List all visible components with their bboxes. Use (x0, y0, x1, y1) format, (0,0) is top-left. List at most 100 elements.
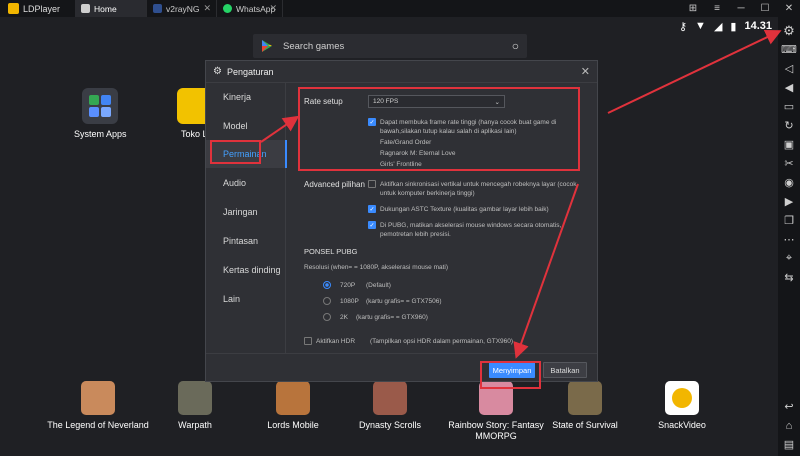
radio-note: (kartu grafis= = GTX960) (356, 314, 428, 321)
multi-instance-icon[interactable]: ❐ (778, 211, 800, 230)
app-icon (373, 381, 407, 415)
astc-checkbox[interactable]: ✓ (368, 205, 376, 213)
menu-icon[interactable]: ≡ (712, 3, 722, 14)
search-placeholder: Search games (283, 40, 345, 52)
snackvideo-icon (665, 381, 699, 415)
nav-item-lain[interactable]: Lain (206, 285, 286, 313)
app-label: Dynasty Scrolls (358, 420, 421, 430)
nav-item-kinerja[interactable]: Kinerja (206, 83, 286, 111)
app-warpath[interactable]: Warpath (165, 381, 225, 431)
volume-up-icon[interactable]: ◁ (778, 59, 800, 78)
close-icon[interactable]: ✕ (784, 3, 794, 14)
scissors-icon[interactable]: ✂ (778, 154, 800, 173)
location-icon[interactable]: ⌖ (778, 249, 800, 268)
app-system-apps[interactable]: System Apps (74, 88, 127, 140)
home-nav-icon[interactable]: ⌂ (778, 416, 800, 435)
settings-gear-icon: ⚙ (213, 66, 222, 77)
tab-label: v2rayNG (166, 3, 200, 14)
radio-720p[interactable] (323, 281, 331, 289)
tab-whatsapp[interactable]: WhatsApp ✕ (217, 0, 283, 17)
pubg-mouse-checkbox[interactable]: ✓ (368, 221, 376, 229)
app-icon (81, 381, 115, 415)
gamepad-icon[interactable]: ⊞ (688, 3, 698, 14)
app-label: Rainbow Story: Fantasy MMORPG (448, 420, 544, 441)
cancel-button[interactable]: Batalkan (543, 362, 587, 378)
app-lords-mobile[interactable]: Lords Mobile (258, 381, 328, 431)
app-logo: LDPlayer (0, 0, 75, 17)
radio-1080p[interactable] (323, 297, 331, 305)
tab-label: Home (94, 3, 117, 14)
minimize-icon[interactable]: ─ (736, 3, 746, 14)
tab-v2rayng[interactable]: v2rayNG ✕ (147, 0, 217, 17)
volume-down-icon[interactable]: ◀ (778, 78, 800, 97)
dialog-close-icon[interactable]: ✕ (581, 65, 590, 78)
window-controls: ⊞ ≡ ─ ☐ ✕ (688, 0, 794, 17)
app-rainbow-story[interactable]: Rainbow Story: Fantasy MMORPG (441, 381, 551, 442)
radio-label: 2K (340, 314, 348, 321)
app-snackvideo[interactable]: SnackVideo (652, 381, 712, 431)
hdr-note: (Tampilkan opsi HDR dalam permainan, GTX… (370, 338, 514, 345)
pubg-mouse-text: Di PUBG, matikan akselerasi mouse window… (380, 222, 562, 238)
app-icon (178, 381, 212, 415)
dialog-header: ⚙ Pengaturan ✕ (206, 61, 597, 83)
hdr-checkbox[interactable] (304, 337, 312, 345)
maximize-icon[interactable]: ☐ (760, 3, 770, 14)
clock: 14.31 (744, 20, 772, 32)
app-label: State of Survival (552, 420, 618, 430)
keyboard-icon[interactable]: ⌨ (778, 40, 800, 59)
video-icon[interactable]: ▶ (778, 192, 800, 211)
tab-close-icon[interactable]: ✕ (269, 3, 277, 14)
play-store-icon (262, 40, 272, 52)
app-icon (276, 381, 310, 415)
radio-2k[interactable] (323, 313, 331, 321)
system-apps-icon (82, 88, 119, 124)
radio-label: 720P (340, 282, 356, 289)
whatsapp-icon (223, 4, 232, 13)
settings-nav: Kinerja Model Permainan Audio Jaringan P… (206, 83, 287, 353)
settings-gear-icon[interactable]: ⚙ (778, 21, 800, 40)
pubg-heading: PONSEL PUBG (304, 247, 358, 256)
rotate-icon[interactable]: ↻ (778, 116, 800, 135)
vsync-checkbox[interactable] (368, 180, 376, 188)
radio-label: 1080P (340, 298, 359, 305)
search-games-bar[interactable]: Search games ○ (253, 34, 527, 58)
resolution-note: Resolusi (when= = 1080P, akselerasi mous… (304, 264, 449, 271)
right-toolbar: ⚙ ⌨ ◁ ◀ ▭ ↻ ▣ ✂ ◉ ▶ ❐ ⋯ ⌖ ⇆ ↩ ⌂ ▤ (778, 17, 800, 456)
nav-item-audio[interactable]: Audio (206, 169, 286, 197)
more-icon[interactable]: ⋯ (778, 230, 800, 249)
app-name: LDPlayer (23, 3, 61, 14)
nav-item-model[interactable]: Model (206, 112, 286, 140)
wifi-icon: ▼ (695, 20, 706, 32)
tab-close-icon[interactable]: ✕ (203, 3, 211, 14)
app-icon (568, 381, 602, 415)
screen-icon[interactable]: ▭ (778, 97, 800, 116)
record-icon[interactable]: ◉ (778, 173, 800, 192)
vsync-text: Aktifkan sinkronisasi vertikal untuk men… (380, 181, 577, 197)
nav-item-pintasan[interactable]: Pintasan (206, 227, 286, 255)
app-state-of-survival[interactable]: State of Survival (550, 381, 620, 431)
radio-note: (kartu grafis= = GTX7506) (366, 298, 442, 305)
sync-icon[interactable]: ⇆ (778, 268, 800, 287)
title-bar: LDPlayer Home v2rayNG ✕ WhatsApp ✕ ⊞ ≡ ─… (0, 0, 800, 17)
nav-item-jaringan[interactable]: Jaringan (206, 198, 286, 226)
recent-apps-icon[interactable]: ▤ (778, 435, 800, 454)
nav-item-kertas-dinding[interactable]: Kertas dinding (206, 256, 286, 284)
ldplayer-logo-icon (8, 3, 19, 14)
app-label: The Legend of Neverland (47, 420, 149, 430)
radio-note: (Default) (366, 282, 391, 289)
tab-home[interactable]: Home (75, 0, 147, 17)
hdr-label: Aktifkan HDR (316, 338, 356, 345)
dialog-title: Pengaturan (226, 66, 274, 77)
app-legend-of-neverland[interactable]: The Legend of Neverland (47, 381, 149, 431)
app-label: System Apps (74, 129, 127, 139)
app-dynasty-scrolls[interactable]: Dynasty Scrolls (355, 381, 425, 431)
advanced-label: Advanced pilihan (304, 180, 365, 189)
app-label: Lords Mobile (267, 420, 319, 430)
apk-icon[interactable]: ▣ (778, 135, 800, 154)
key-icon: ⚷ (678, 20, 688, 33)
search-icon[interactable]: ○ (512, 39, 519, 53)
android-status-bar: ⚷ ▼ ◢ ▮ 14.31 (679, 17, 772, 35)
v2rayng-icon (153, 4, 162, 13)
battery-icon: ▮ (730, 20, 737, 33)
back-icon[interactable]: ↩ (778, 397, 800, 416)
